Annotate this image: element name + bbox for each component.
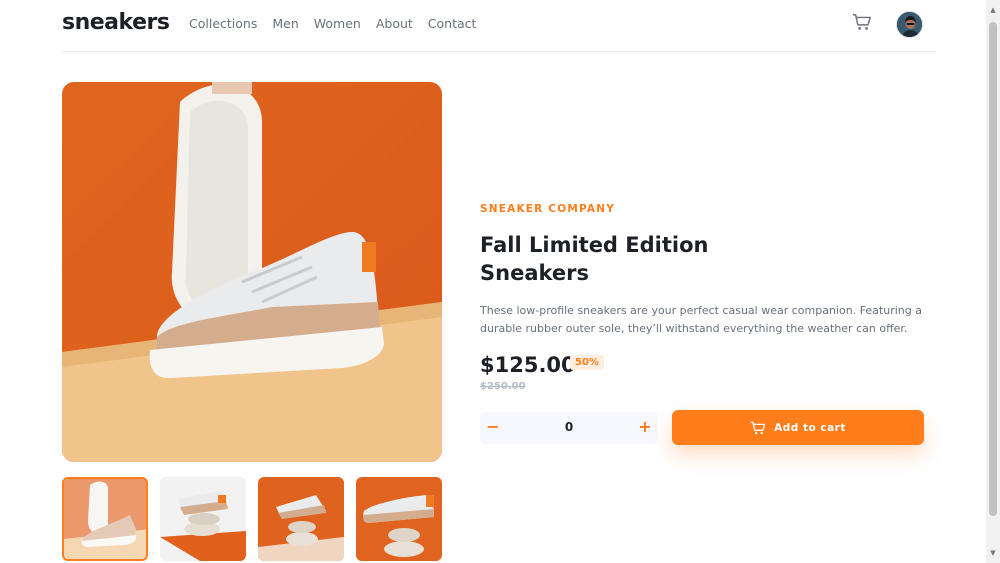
scrollbar-thumb[interactable] — [989, 22, 997, 516]
add-to-cart-button[interactable]: Add to cart — [672, 410, 924, 445]
thumbnail-3[interactable] — [258, 477, 344, 561]
increase-quantity-button[interactable]: + — [632, 412, 658, 444]
product-title-line1: Fall Limited Edition — [480, 233, 709, 257]
scroll-down-arrow-icon[interactable]: ▼ — [989, 549, 997, 557]
discount-badge: 50% — [570, 355, 604, 370]
avatar-image — [897, 12, 922, 37]
add-to-cart-label: Add to cart — [774, 421, 846, 434]
plus-icon: + — [638, 417, 652, 436]
nav-men[interactable]: Men — [272, 16, 298, 31]
page-scrollbar[interactable]: ▲ ▼ — [986, 0, 1000, 563]
thumbnail-3-image — [258, 477, 344, 561]
main-nav: Collections Men Women About Contact — [189, 16, 476, 31]
thumbnail-1-image — [64, 479, 146, 559]
nav-contact[interactable]: Contact — [428, 16, 477, 31]
product-title-line2: Sneakers — [480, 261, 589, 285]
thumbnail-strip — [62, 477, 442, 561]
cart-button[interactable] — [852, 12, 874, 34]
original-price: $250.00 — [480, 381, 526, 392]
cart-icon — [852, 14, 871, 30]
nav-women[interactable]: Women — [314, 16, 361, 31]
user-avatar[interactable] — [896, 11, 923, 38]
decrease-quantity-button[interactable]: − — [480, 412, 506, 444]
minus-icon: − — [486, 417, 500, 436]
sneaker-photo — [62, 82, 442, 462]
cart-icon — [750, 421, 766, 434]
nav-about[interactable]: About — [376, 16, 413, 31]
thumbnail-4[interactable] — [356, 477, 442, 561]
thumbnail-2[interactable] — [160, 477, 246, 561]
thumbnail-4-image — [356, 477, 442, 561]
thumbnail-2-image — [160, 477, 246, 561]
current-price: $125.00 — [480, 353, 576, 377]
main-product-image[interactable] — [62, 82, 442, 462]
logo[interactable]: sneakers — [62, 10, 170, 35]
thumbnail-1[interactable] — [62, 477, 148, 561]
product-title: Fall Limited Edition Sneakers — [480, 231, 740, 287]
scroll-up-arrow-icon[interactable]: ▲ — [989, 6, 997, 14]
site-header: sneakers Collections Men Women About Con… — [62, 0, 936, 52]
product-description: These low-profile sneakers are your perf… — [480, 304, 922, 335]
quantity-value: 0 — [564, 420, 574, 434]
quantity-stepper: − 0 + — [480, 412, 658, 444]
nav-collections[interactable]: Collections — [189, 16, 257, 31]
company-label: SNEAKER COMPANY — [480, 203, 616, 215]
